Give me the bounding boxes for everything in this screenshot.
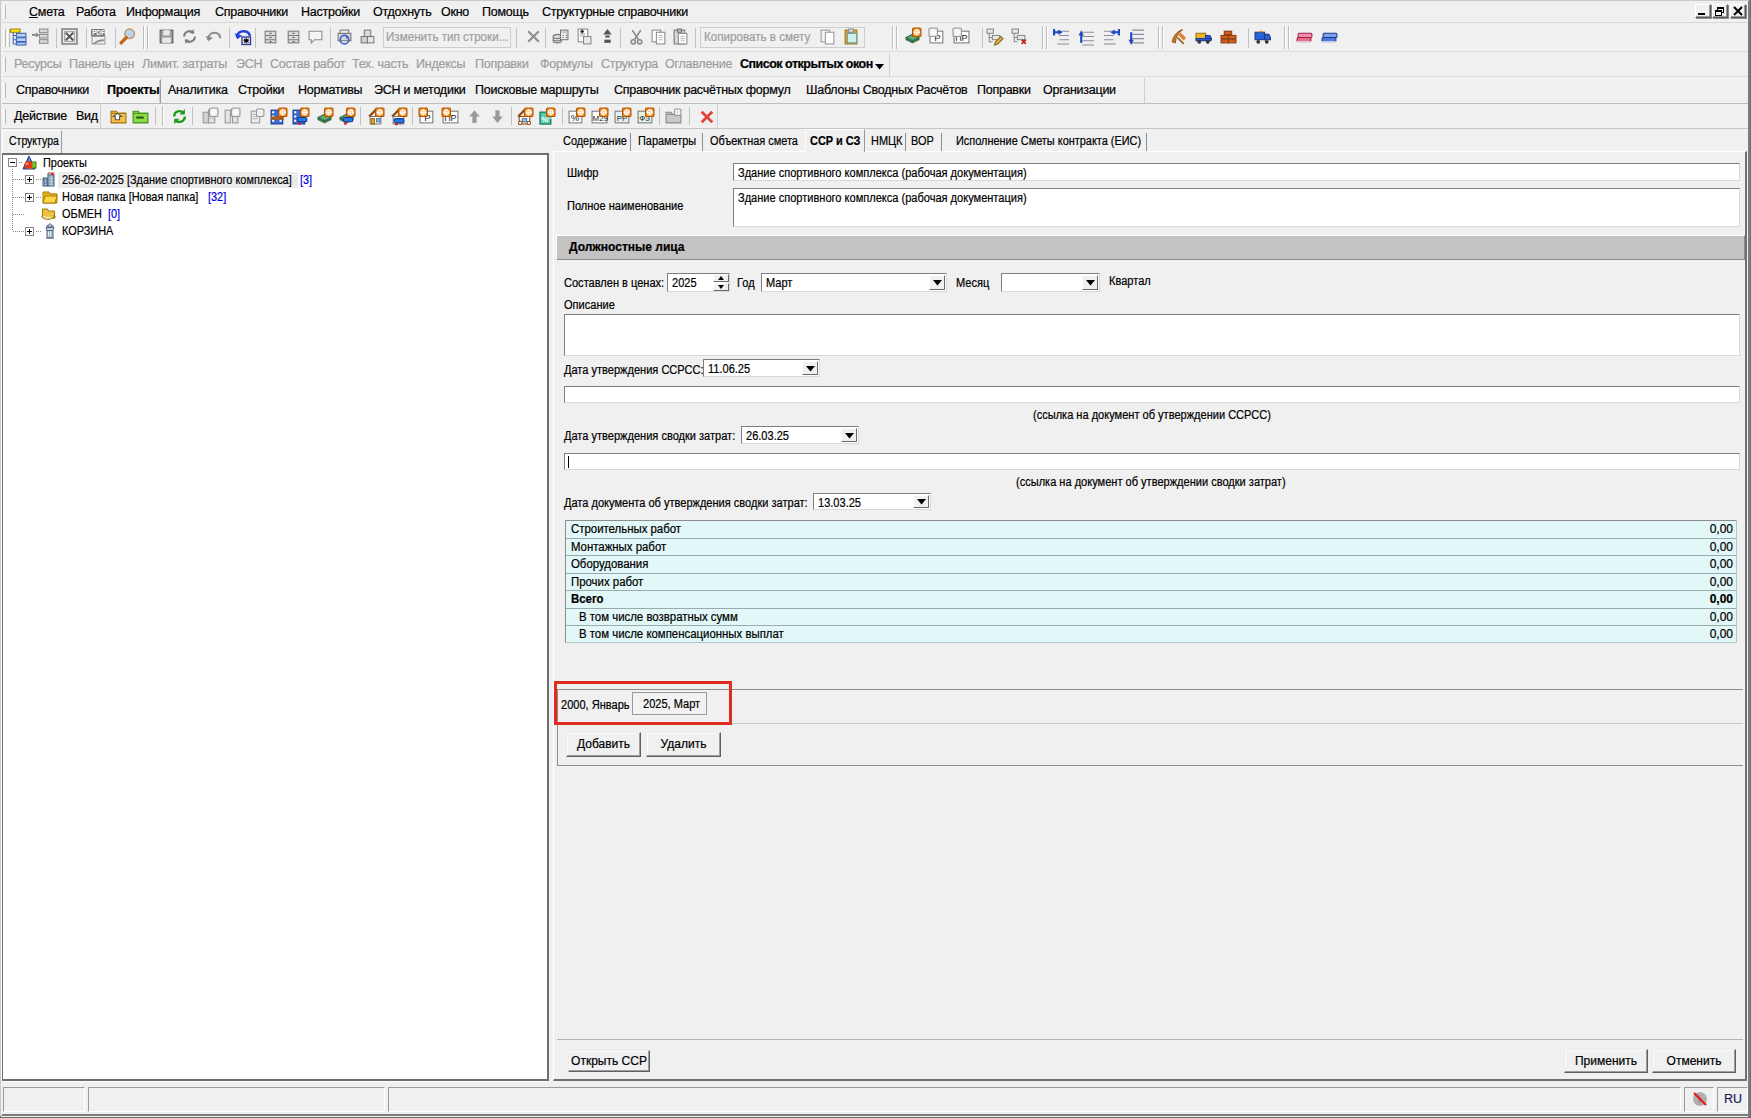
svg-text:PDF: PDF	[92, 29, 105, 36]
